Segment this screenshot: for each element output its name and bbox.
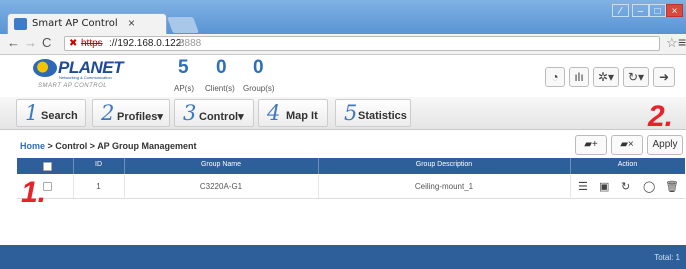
nav-statistics-label: Statistics bbox=[358, 110, 407, 122]
planet-logo-icon bbox=[33, 59, 57, 77]
tab-title: Smart AP Control bbox=[32, 18, 118, 29]
logo-tagline: SMART AP CONTROL bbox=[38, 83, 108, 89]
row-group-name: C3220A-G1 bbox=[199, 182, 243, 191]
logo-subtext: Networking & Communication bbox=[59, 75, 112, 80]
browser-tab[interactable]: Smart AP Control × bbox=[7, 13, 167, 34]
nav-profiles-label: Profiles▾ bbox=[117, 111, 163, 123]
refresh-icon[interactable]: ↻▾ bbox=[623, 67, 649, 87]
bar-chart-icon[interactable]: ılı bbox=[569, 67, 589, 87]
nav-search-label: Search bbox=[41, 110, 78, 122]
trash-icon[interactable]: 🗑 bbox=[665, 180, 679, 193]
forward-icon[interactable]: → bbox=[24, 35, 37, 50]
window-close-button[interactable]: × bbox=[666, 4, 683, 17]
annotation-one: 1. bbox=[21, 176, 47, 209]
app-header: PLANET Networking & Communication SMART … bbox=[0, 55, 686, 98]
dashboard-gauge-icon[interactable]: ◔ bbox=[545, 67, 565, 87]
ap-count: 5 bbox=[178, 57, 189, 78]
settings-gear-icon[interactable]: ✲▾ bbox=[593, 67, 619, 87]
header-group-name: Group Name bbox=[200, 161, 242, 168]
maximize-button[interactable]: □ bbox=[649, 4, 666, 17]
url-scheme: https bbox=[81, 38, 103, 49]
breadcrumb: Home > Control > AP Group Management bbox=[20, 141, 197, 151]
logout-icon[interactable]: ➜ bbox=[653, 67, 675, 87]
remove-group-button[interactable]: ▰× bbox=[611, 135, 643, 155]
map-pin-icon[interactable]: ◯ bbox=[643, 180, 655, 193]
add-group-button[interactable]: ▰+ bbox=[575, 135, 607, 155]
nav-search[interactable]: 1 Search bbox=[16, 99, 86, 127]
client-count-label: Client(s) bbox=[205, 84, 235, 93]
nav-map-it[interactable]: 4 Map It bbox=[258, 99, 328, 127]
table-row: 1 C3220A-G1 Ceiling-mount_1 ☰ ▣ ↻ ◯ 🗑 bbox=[17, 175, 685, 199]
link-icon[interactable]: ↻ bbox=[621, 180, 630, 193]
nav-statistics-number: 5 bbox=[344, 101, 358, 125]
browser-menu-icon[interactable]: ≡ bbox=[678, 34, 686, 50]
nav-control[interactable]: 3 Control▾ bbox=[174, 99, 254, 127]
new-tab-button[interactable] bbox=[167, 17, 199, 33]
nav-search-number: 1 bbox=[25, 101, 39, 125]
insecure-lock-icon: ✖ bbox=[69, 38, 78, 49]
row-id: 1 bbox=[96, 182, 101, 191]
group-count-label: Group(s) bbox=[243, 84, 275, 93]
address-bar: ← → C ✖ https ://192.168.0.122: 8888 ☆ ≡ bbox=[0, 34, 686, 55]
nav-map-it-number: 4 bbox=[267, 101, 281, 125]
url-host: ://192.168.0.122: bbox=[109, 38, 185, 49]
back-icon[interactable]: ← bbox=[7, 35, 20, 50]
header-id: ID bbox=[95, 161, 102, 168]
table-footer: Total: 1 bbox=[0, 245, 686, 269]
header-action: Action bbox=[617, 161, 638, 168]
row-group-description: Ceiling-mount_1 bbox=[414, 182, 474, 191]
annotation-two: 2. bbox=[648, 100, 674, 133]
main-nav: 1 Search 2 Profiles▾ 3 Control▾ 4 Map It… bbox=[0, 97, 686, 130]
minimize-button[interactable]: – bbox=[632, 4, 649, 17]
total-count: Total: 1 bbox=[654, 253, 680, 262]
ap-count-label: AP(s) bbox=[174, 84, 194, 93]
breadcrumb-path: > Control > AP Group Management bbox=[45, 141, 197, 151]
settings-sliders-icon[interactable]: ☰ bbox=[578, 180, 588, 193]
nav-statistics[interactable]: 5 Statistics bbox=[335, 99, 411, 127]
table-header: ID Group Name Group Description Action bbox=[17, 158, 685, 174]
browser-titlebar: Smart AP Control × ⁄ – □ × bbox=[0, 0, 686, 34]
favicon-icon bbox=[14, 18, 27, 30]
nav-profiles-number: 2 bbox=[101, 101, 115, 125]
tab-close-icon[interactable]: × bbox=[128, 16, 135, 30]
window-user-icon[interactable]: ⁄ bbox=[612, 4, 629, 17]
url-port: 8888 bbox=[179, 38, 202, 49]
select-all-checkbox[interactable] bbox=[43, 162, 52, 171]
nav-map-it-label: Map It bbox=[286, 110, 318, 122]
bookmark-star-icon[interactable]: ☆ bbox=[666, 35, 678, 51]
nav-control-label: Control▾ bbox=[199, 111, 244, 123]
client-count: 0 bbox=[216, 57, 227, 78]
apply-button[interactable]: Apply bbox=[647, 135, 683, 155]
save-icon[interactable]: ▣ bbox=[599, 180, 609, 193]
reload-icon[interactable]: C bbox=[42, 35, 51, 50]
url-input[interactable]: ✖ https ://192.168.0.122: 8888 bbox=[64, 36, 660, 51]
group-count: 0 bbox=[253, 57, 264, 78]
nav-control-number: 3 bbox=[183, 101, 197, 125]
breadcrumb-home-link[interactable]: Home bbox=[20, 141, 45, 151]
header-group-description: Group Description bbox=[415, 161, 473, 168]
nav-profiles[interactable]: 2 Profiles▾ bbox=[92, 99, 170, 127]
